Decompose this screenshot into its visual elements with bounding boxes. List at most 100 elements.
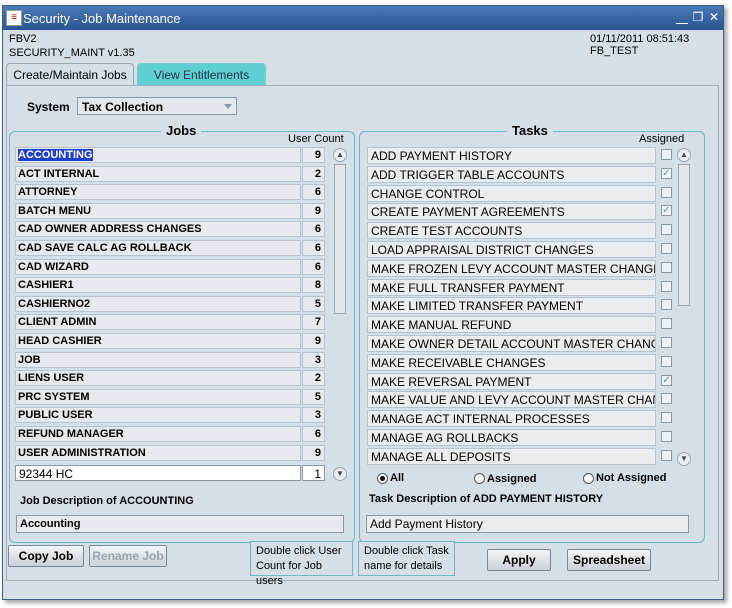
close-icon[interactable]: ✕ bbox=[707, 10, 721, 24]
job-description-field[interactable]: Accounting bbox=[16, 515, 344, 533]
table-row[interactable]: MAKE LIMITED TRANSFER PAYMENT bbox=[367, 297, 657, 315]
jobs-scrollbar[interactable]: ▲ ▼ bbox=[333, 148, 347, 481]
table-row[interactable]: MAKE RECEIVABLE CHANGES bbox=[367, 353, 657, 371]
job-name-cell[interactable]: REFUND MANAGER bbox=[15, 426, 301, 442]
table-row[interactable]: ADD PAYMENT HISTORY bbox=[367, 147, 657, 164]
table-row[interactable]: ACCOUNTING 9 bbox=[15, 147, 325, 163]
rename-job-button[interactable]: Rename Job bbox=[89, 545, 167, 567]
new-job-count-input[interactable]: 1 bbox=[302, 465, 325, 481]
jobs-scroll-thumb[interactable] bbox=[334, 164, 346, 314]
scroll-down-icon[interactable]: ▼ bbox=[333, 467, 347, 481]
task-name-cell[interactable]: ADD PAYMENT HISTORY bbox=[367, 147, 656, 164]
job-user-count-cell[interactable]: 9 bbox=[302, 444, 325, 461]
scroll-down-icon[interactable]: ▼ bbox=[677, 452, 691, 466]
title-bar[interactable]: ≡ Security - Job Maintenance ⎽ ❐ ✕ bbox=[3, 6, 723, 30]
table-row[interactable]: MANAGE AG ROLLBACKS bbox=[367, 429, 657, 446]
job-name-cell[interactable]: BATCH MENU bbox=[15, 202, 301, 219]
table-row[interactable]: MAKE VALUE AND LEVY ACCOUNT MASTER CHANG… bbox=[367, 391, 657, 409]
job-user-count-cell[interactable]: 8 bbox=[302, 277, 325, 294]
tab-view-entitlements[interactable]: View Entitlements bbox=[137, 63, 266, 87]
task-name-cell[interactable]: MAKE FROZEN LEVY ACCOUNT MASTER CHANGES bbox=[367, 259, 656, 277]
task-name-cell[interactable]: MAKE REVERSAL PAYMENT bbox=[367, 372, 656, 390]
table-row[interactable]: ADD TRIGGER TABLE ACCOUNTS bbox=[367, 165, 657, 183]
job-user-count-cell[interactable]: 2 bbox=[302, 165, 325, 182]
copy-job-button[interactable]: Copy Job bbox=[8, 545, 84, 567]
table-row[interactable]: MAKE OWNER DETAIL ACCOUNT MASTER CHANGES bbox=[367, 335, 657, 352]
task-name-cell[interactable]: MAKE RECEIVABLE CHANGES bbox=[367, 353, 656, 371]
table-row[interactable]: JOB 3 bbox=[15, 351, 325, 368]
table-row[interactable]: MANAGE ALL DEPOSITS bbox=[367, 447, 657, 465]
task-assigned-checkbox[interactable] bbox=[661, 337, 672, 348]
job-name-cell[interactable]: CLIENT ADMIN bbox=[15, 314, 301, 331]
job-name-cell[interactable]: ATTORNEY bbox=[15, 184, 301, 201]
table-row[interactable]: MAKE MANUAL REFUND bbox=[367, 316, 657, 334]
tab-create-maintain-jobs[interactable]: Create/Maintain Jobs bbox=[6, 63, 134, 86]
task-assigned-checkbox[interactable] bbox=[661, 355, 672, 367]
tasks-scrollbar[interactable]: ▲ ▼ bbox=[677, 148, 691, 466]
tasks-scroll-thumb[interactable] bbox=[678, 164, 690, 306]
job-user-count-cell[interactable]: 9 bbox=[302, 147, 325, 163]
table-row[interactable]: REFUND MANAGER 6 bbox=[15, 426, 325, 442]
task-name-cell[interactable]: MAKE OWNER DETAIL ACCOUNT MASTER CHANGES bbox=[367, 335, 656, 352]
table-row[interactable]: CLIENT ADMIN 7 bbox=[15, 314, 325, 331]
job-user-count-cell[interactable]: 5 bbox=[302, 295, 325, 312]
job-user-count-cell[interactable]: 7 bbox=[302, 314, 325, 331]
filter-not-assigned-label[interactable]: Not Assigned bbox=[596, 472, 667, 484]
table-row[interactable]: ACT INTERNAL 2 bbox=[15, 165, 325, 182]
filter-all-label[interactable]: All bbox=[390, 472, 404, 484]
task-name-cell[interactable]: CREATE PAYMENT AGREEMENTS bbox=[367, 203, 656, 221]
job-name-cell[interactable]: PUBLIC USER bbox=[15, 407, 301, 424]
filter-assigned-label[interactable]: Assigned bbox=[487, 473, 537, 485]
task-assigned-checkbox[interactable] bbox=[661, 299, 672, 311]
task-name-cell[interactable]: CREATE TEST ACCOUNTS bbox=[367, 222, 656, 240]
table-row[interactable]: CAD SAVE CALC AG ROLLBACK 6 bbox=[15, 240, 325, 256]
apply-button[interactable]: Apply bbox=[487, 549, 551, 571]
job-name-cell[interactable]: PRC SYSTEM bbox=[15, 388, 301, 405]
task-description-field[interactable]: Add Payment History bbox=[366, 515, 689, 533]
task-name-cell[interactable]: MAKE VALUE AND LEVY ACCOUNT MASTER CHANG… bbox=[367, 391, 656, 409]
table-row[interactable]: MAKE FROZEN LEVY ACCOUNT MASTER CHANGES bbox=[367, 259, 657, 277]
maximize-icon[interactable]: ❐ bbox=[691, 10, 705, 24]
task-assigned-checkbox[interactable] bbox=[661, 224, 672, 236]
table-row[interactable]: ATTORNEY 6 bbox=[15, 184, 325, 201]
job-user-count-cell[interactable]: 5 bbox=[302, 388, 325, 405]
task-assigned-checkbox[interactable] bbox=[661, 243, 672, 254]
task-name-cell[interactable]: MAKE LIMITED TRANSFER PAYMENT bbox=[367, 297, 656, 315]
table-row[interactable]: CREATE PAYMENT AGREEMENTS bbox=[367, 203, 657, 221]
job-name-cell[interactable]: CAD WIZARD bbox=[15, 258, 301, 275]
table-row[interactable]: CASHIER1 8 bbox=[15, 277, 325, 294]
task-assigned-checkbox[interactable] bbox=[661, 393, 672, 405]
table-row[interactable]: HEAD CASHIER 9 bbox=[15, 333, 325, 349]
table-row[interactable]: LOAD APPRAISAL DISTRICT CHANGES bbox=[367, 241, 657, 258]
job-user-count-cell[interactable]: 3 bbox=[302, 407, 325, 424]
filter-all-radio[interactable] bbox=[377, 473, 388, 484]
job-name-cell[interactable]: CAD OWNER ADDRESS CHANGES bbox=[15, 221, 301, 238]
job-user-count-cell[interactable]: 9 bbox=[302, 202, 325, 219]
system-select[interactable]: Tax Collection bbox=[77, 97, 237, 115]
task-name-cell[interactable]: MANAGE ACT INTERNAL PROCESSES bbox=[367, 410, 656, 428]
table-row[interactable]: CAD OWNER ADDRESS CHANGES 6 bbox=[15, 221, 325, 238]
task-name-cell[interactable]: ADD TRIGGER TABLE ACCOUNTS bbox=[367, 165, 656, 183]
task-name-cell[interactable]: LOAD APPRAISAL DISTRICT CHANGES bbox=[367, 241, 656, 258]
task-name-cell[interactable]: MAKE FULL TRANSFER PAYMENT bbox=[367, 278, 656, 296]
job-user-count-cell[interactable]: 9 bbox=[302, 333, 325, 349]
job-user-count-cell[interactable]: 6 bbox=[302, 258, 325, 275]
scroll-up-icon[interactable]: ▲ bbox=[333, 148, 347, 162]
task-assigned-checkbox[interactable]: ✓ bbox=[661, 374, 672, 386]
job-name-cell[interactable]: CASHIER1 bbox=[15, 277, 301, 294]
task-name-cell[interactable]: CHANGE CONTROL bbox=[367, 184, 656, 202]
task-assigned-checkbox[interactable] bbox=[661, 449, 672, 461]
task-assigned-checkbox[interactable] bbox=[661, 280, 672, 292]
task-assigned-checkbox[interactable] bbox=[661, 186, 672, 198]
job-name-cell[interactable]: JOB bbox=[15, 351, 301, 368]
table-row[interactable]: CASHIERNO2 5 bbox=[15, 295, 325, 312]
table-row[interactable]: PUBLIC USER 3 bbox=[15, 407, 325, 424]
new-job-name-input[interactable]: 92344 HC bbox=[15, 465, 301, 481]
job-name-cell[interactable]: HEAD CASHIER bbox=[15, 333, 301, 349]
job-user-count-cell[interactable]: 6 bbox=[302, 221, 325, 238]
job-name-cell[interactable]: USER ADMINISTRATION bbox=[15, 444, 301, 461]
task-assigned-checkbox[interactable] bbox=[661, 149, 672, 160]
task-assigned-checkbox[interactable]: ✓ bbox=[661, 205, 672, 217]
table-row[interactable]: CAD WIZARD 6 bbox=[15, 258, 325, 275]
task-assigned-checkbox[interactable] bbox=[661, 261, 672, 273]
